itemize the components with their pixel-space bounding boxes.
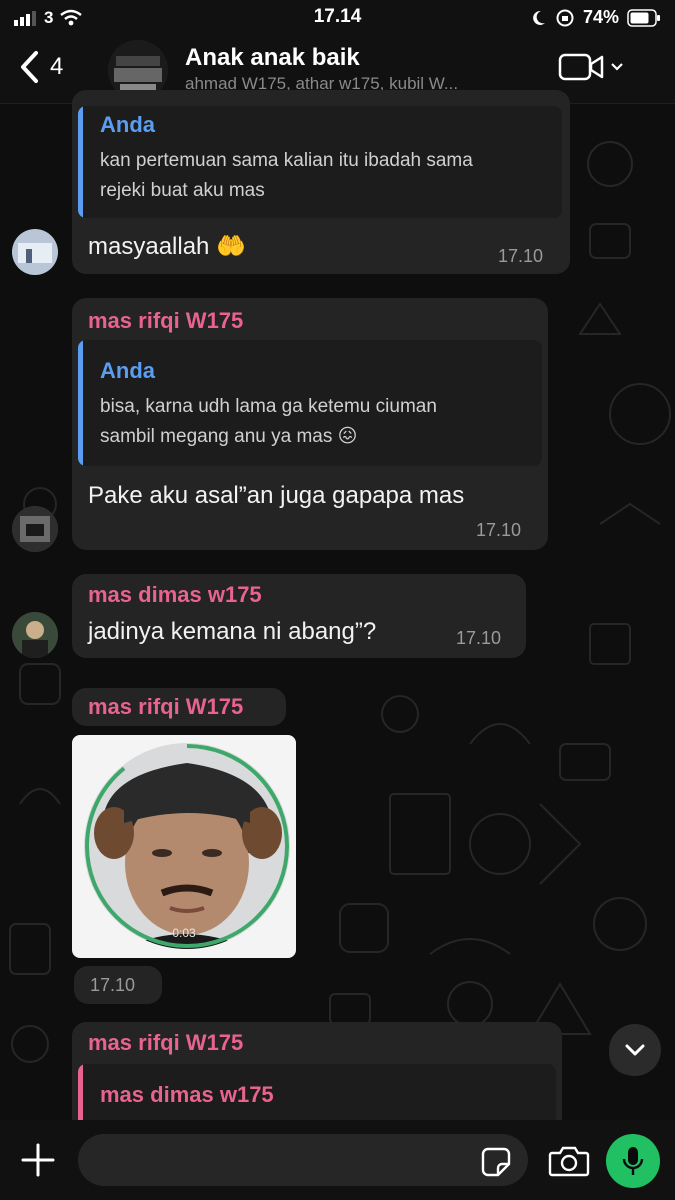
sender-name[interactable]: mas dimas w175 — [88, 582, 262, 608]
video-camera-icon — [558, 53, 604, 81]
battery-icon — [627, 8, 660, 27]
chevron-down-icon — [611, 63, 623, 71]
camera-button[interactable] — [548, 1144, 590, 1183]
quoted-sender: Anda — [100, 358, 155, 383]
moon-icon — [533, 10, 545, 25]
message-text: Pake aku asal”an juga gapapa mas — [88, 482, 465, 509]
back-button[interactable]: 4 — [18, 50, 63, 84]
avatar-photo — [12, 229, 58, 275]
sender-name[interactable]: mas rifqi W175 — [88, 308, 243, 334]
message-text: jadinya kemana ni abang”? — [88, 618, 377, 645]
message-bubble[interactable]: mas dimas w175 jadinya kemana ni abang”?… — [72, 574, 526, 658]
message-time: 17.10 — [456, 628, 502, 648]
unread-count: 4 — [50, 53, 64, 80]
group-name[interactable]: Anak anak baik — [185, 44, 360, 72]
video-duration: 0:03 — [172, 926, 196, 940]
message-time: 17.10 — [90, 975, 136, 995]
sender-name[interactable]: mas rifqi W175 — [88, 1030, 243, 1056]
sticker-icon — [481, 1147, 511, 1177]
avatar-photo — [12, 506, 58, 552]
plus-icon — [21, 1143, 55, 1177]
video-message[interactable]: 0:03 — [72, 735, 296, 958]
sender-name[interactable]: mas rifqi W175 — [88, 694, 243, 720]
scroll-down-button[interactable] — [609, 1024, 661, 1076]
video-thumbnail[interactable] — [84, 743, 290, 949]
time-bubble: 17.10 — [74, 966, 162, 1004]
status-bar: 3 17.14 74% — [0, 0, 675, 36]
quoted-text-line: kan pertemuan sama kalian itu ibadah sam… — [100, 150, 473, 171]
video-frame — [84, 743, 290, 949]
message-bubble[interactable]: mas rifqi W175 Anda bisa, karna udh lama… — [72, 298, 548, 550]
quote-bar — [78, 340, 83, 466]
battery-percent: 74% — [582, 7, 619, 27]
avatar-photo — [12, 612, 58, 658]
video-call-button[interactable] — [558, 52, 624, 82]
message-input[interactable] — [78, 1134, 528, 1186]
message-bubble[interactable]: Anda kan pertemuan sama kalian itu ibada… — [72, 90, 570, 274]
quoted-text-line: sambil megang anu ya mas 😖 — [100, 426, 358, 447]
chevron-down-icon — [625, 1044, 645, 1056]
quoted-message[interactable]: Anda kan pertemuan sama kalian itu ibada… — [78, 106, 562, 218]
avatar[interactable] — [12, 229, 58, 275]
status-right: 74% — [529, 7, 661, 28]
sticker-button[interactable] — [480, 1146, 512, 1183]
quoted-sender: mas dimas w175 — [100, 1082, 274, 1107]
message-time: 17.10 — [498, 246, 544, 266]
avatar[interactable] — [12, 506, 58, 552]
composer-bar — [0, 1120, 675, 1200]
message-time: 17.10 — [476, 520, 522, 540]
orientation-lock-icon — [556, 9, 574, 26]
chevron-left-icon — [21, 51, 38, 83]
quoted-text-line: bisa, karna udh lama ga ketemu ciuman — [100, 396, 437, 417]
quoted-message[interactable]: Anda bisa, karna udh lama ga ketemu cium… — [78, 340, 542, 466]
microphone-icon — [622, 1147, 644, 1175]
avatar[interactable] — [12, 612, 58, 658]
attach-button[interactable] — [20, 1142, 56, 1183]
message-text: masyaallah 🤲 — [88, 233, 246, 260]
camera-icon — [548, 1146, 590, 1177]
quote-bar — [78, 106, 83, 218]
quoted-text-line: rejeki buat aku mas — [100, 180, 265, 201]
voice-record-button[interactable] — [606, 1134, 660, 1188]
quoted-sender: Anda — [100, 112, 155, 137]
sender-label-bubble: mas rifqi W175 — [72, 688, 286, 726]
